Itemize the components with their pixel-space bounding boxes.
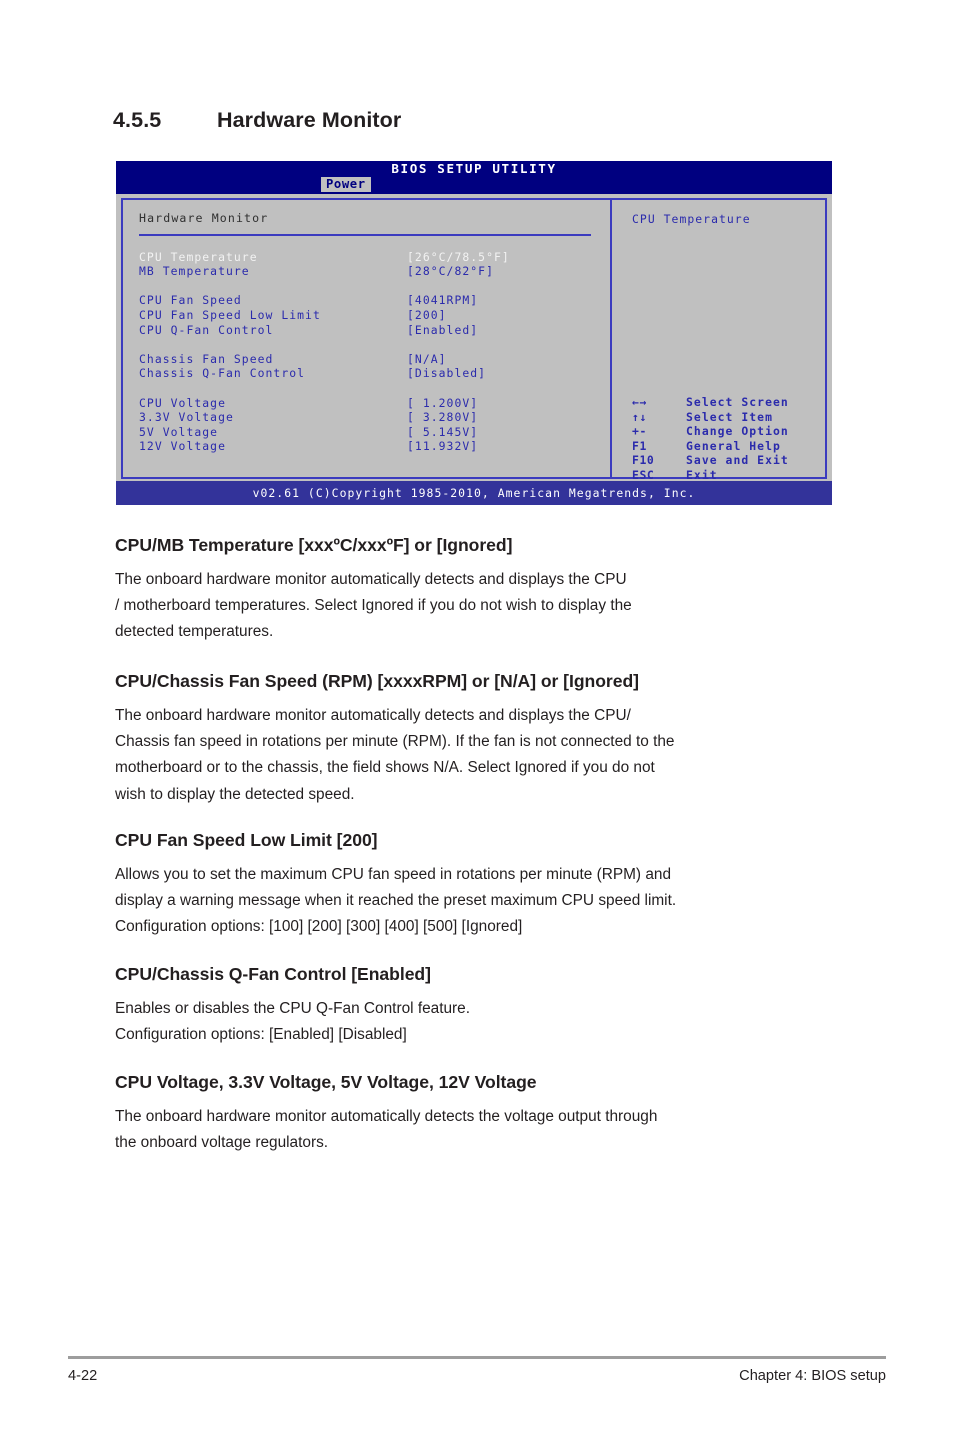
bios-setting-label: CPU Voltage [139,395,226,410]
bios-setting-row[interactable]: CPU Q-Fan Control [Enabled] [139,322,610,340]
bios-copyright-bar: v02.61 (C)Copyright 1985-2010, American … [116,481,832,505]
doc-body-line: / motherboard temperatures. Select Ignor… [115,597,632,615]
bios-setting-value[interactable]: [ 5.145V] [407,426,478,438]
legend-row: ESC Exit [632,467,789,485]
doc-section-body: The onboard hardware monitor automatical… [115,1104,845,1156]
bios-setting-label: MB Temperature [139,264,250,279]
page-title-number: 4.5.5 [113,108,162,132]
doc-section-body: Allows you to set the maximum CPU fan sp… [115,862,845,941]
legend-description: Select Item [686,409,773,424]
doc-section-body: The onboard hardware monitor automatical… [115,567,845,646]
doc-body-line: motherboard or to the chassis, the field… [115,759,655,777]
bios-panes: Hardware Monitor CPU Temperature [26°C/78… [121,198,827,481]
doc-body-line: Configuration options: [Enabled] [Disabl… [115,1026,407,1044]
f1-key-icon: F1 [632,438,647,453]
doc-body-line: The onboard hardware monitor automatical… [115,571,627,588]
bios-setting-label: CPU Temperature [139,249,258,264]
legend-description: Select Screen [686,395,789,409]
panel-heading: Hardware Monitor [139,211,269,225]
legend-description: Change Option [686,424,789,439]
doc-body-line: Configuration options: [100] [200] [300]… [115,918,523,936]
left-right-arrow-icon: ←→ [632,395,647,409]
doc-section-body: The onboard hardware monitor automatical… [115,703,845,808]
doc-body-line: wish to display the detected speed. [115,785,355,803]
legend-description: General Help [686,438,781,453]
bios-setting-value[interactable]: [11.932V] [407,440,478,452]
legend-description: Save and Exit [686,453,789,468]
plus-minus-icon: +- [632,424,647,439]
bios-setting-value[interactable]: [26°C/78.5°F] [407,251,510,263]
help-title: CPU Temperature [632,212,751,226]
bios-setting-row[interactable]: 12V Voltage [11.932V] [139,439,610,456]
bios-setting-label: Chassis Fan Speed [139,351,274,366]
doc-body-line: Allows you to set the maximum CPU fan sp… [115,866,672,883]
bios-setting-row[interactable]: MB Temperature [28°C/82°F] [139,264,610,281]
esc-key-icon: ESC [632,467,655,482]
doc-section: CPU/Chassis Q-Fan Control [Enabled] Enabl… [115,964,845,1048]
doc-body-line: The onboard hardware monitor automatical… [115,707,631,724]
bios-titlebar: BIOS SETUP UTILITY Power [116,161,832,194]
tab-power[interactable]: Power [321,177,371,193]
bios-title: BIOS SETUP UTILITY [391,161,557,176]
doc-body-line: The onboard hardware monitor automatical… [115,1108,658,1125]
bios-settings-list: CPU Temperature [26°C/78.5°F] MB Temperatu… [139,249,610,456]
doc-section-body: Enables or disables the CPU Q-Fan Contro… [115,996,845,1048]
doc-body-line: the onboard voltage regulators. [115,1134,329,1152]
bios-settings-pane: Hardware Monitor CPU Temperature [26°C/78… [123,200,612,477]
bios-setting-value[interactable]: [200] [407,309,447,321]
doc-section: CPU/MB Temperature [xxxºC/xxxºF] or [Ign… [115,535,845,646]
legend-description: Exit [686,467,718,482]
panel-heading-divider [139,233,591,236]
doc-section-heading: CPU Voltage, 3.3V Voltage, 5V Voltage, 1… [115,1072,537,1092]
doc-body-line: display a warning message when it reache… [115,892,677,910]
bios-setting-label: 12V Voltage [139,439,226,454]
bios-setting-value[interactable]: [Disabled] [407,367,486,379]
doc-section: CPU/Chassis Fan Speed (RPM) [xxxxRPM] or… [115,671,845,808]
bios-setting-value[interactable]: [Enabled] [407,324,478,336]
f10-key-icon: F10 [632,453,655,468]
footer-divider [68,1356,886,1359]
bios-help-pane: CPU Temperature ←→ Select Screen ↑↓ Select … [612,200,825,481]
page-title: 4.5.5 Hardware Monitor [113,108,401,133]
bios-setting-label: CPU Fan Speed [139,293,242,308]
bios-setting-value[interactable]: [ 3.280V] [407,411,478,423]
bios-body: Hardware Monitor CPU Temperature [26°C/78… [116,194,832,481]
footer-chapter-label: Chapter 4: BIOS setup [739,1368,886,1384]
page-title-text: Hardware Monitor [217,108,402,132]
bios-setting-label: 5V Voltage [139,424,219,439]
doc-section: CPU Voltage, 3.3V Voltage, 5V Voltage, 1… [115,1072,845,1156]
doc-section-heading: CPU Fan Speed Low Limit [200] [115,830,378,850]
bios-setting-row[interactable]: Chassis Q-Fan Control [Disabled] [139,366,610,383]
bios-setting-label: CPU Fan Speed Low Limit [139,307,321,322]
bios-setting-label: 3.3V Voltage [139,410,234,425]
doc-section-heading: CPU/Chassis Q-Fan Control [Enabled] [115,964,431,984]
bios-setting-value[interactable]: [N/A] [407,353,447,365]
doc-body-line: Enables or disables the CPU Q-Fan Contro… [115,1000,471,1017]
bios-setting-label: CPU Q-Fan Control [139,322,274,337]
doc-section-heading: CPU/Chassis Fan Speed (RPM) [xxxxRPM] or… [115,671,639,691]
bios-setting-value[interactable]: [4041RPM] [407,294,478,306]
doc-body-line: detected temperatures. [115,623,274,641]
doc-section: CPU Fan Speed Low Limit [200] Allows you … [115,830,845,941]
bios-setting-value[interactable]: [28°C/82°F] [407,265,494,277]
bios-setting-value[interactable]: [ 1.200V] [407,397,478,409]
up-down-arrow-icon: ↑↓ [632,409,647,424]
doc-body-line: Chassis fan speed in rotations per minut… [115,733,675,751]
bios-setting-label: Chassis Q-Fan Control [139,366,306,381]
bios-key-legend: ←→ Select Screen ↑↓ Select Item +- Change Opt… [632,395,789,485]
footer-page-number: 4-22 [68,1368,98,1384]
bios-setup-utility-screenshot: BIOS SETUP UTILITY Power Hardware Monito… [116,161,832,505]
doc-section-heading: CPU/MB Temperature [xxxºC/xxxºF] or [Ign… [115,535,513,555]
